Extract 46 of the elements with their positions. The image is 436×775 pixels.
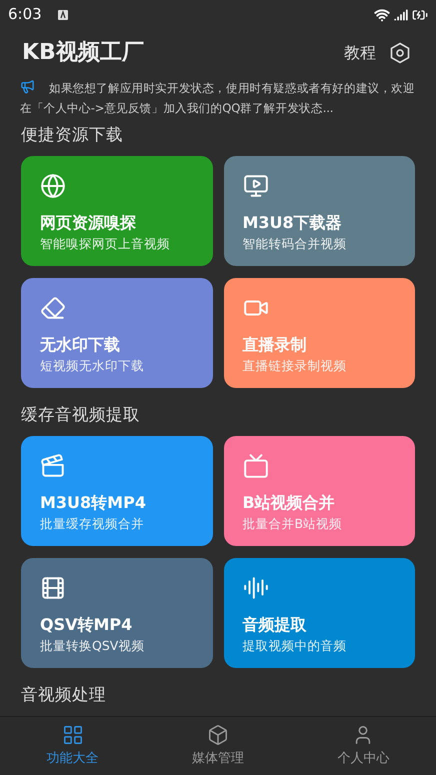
grid-icon <box>62 724 84 746</box>
status-time: 6:03 <box>8 4 42 26</box>
audio-icon <box>242 575 268 602</box>
feature-card[interactable]: M3U8转MP4 批量缓存视频合并 <box>21 436 212 546</box>
feature-card[interactable]: 音频提取 提取视频中的音频 <box>224 558 415 668</box>
nav-tab[interactable]: 个人中心 <box>290 717 436 775</box>
megaphone-icon <box>20 79 35 94</box>
card-title: 无水印下载 <box>40 335 121 356</box>
feature-card[interactable]: QSV转MP4 批量转换QSV视频 <box>21 558 212 668</box>
signal-icon <box>394 8 408 22</box>
card-title: M3U8下载器 <box>242 213 343 234</box>
card-title: 音频提取 <box>242 615 308 636</box>
card-title: QSV转MP4 <box>40 615 134 636</box>
feature-card[interactable]: 无水印下载 短视频无水印下载 <box>21 278 212 388</box>
card-title: M3U8转MP4 <box>40 493 147 514</box>
notice-text: 如果您想了解应用时实开发状态，使用时有疑惑或者有好的建议，欢迎在「个人中心->意见反馈」加入我们的QQ群了解开发状态... <box>20 78 416 118</box>
card-subtitle: 批量合并B站视频 <box>242 516 344 532</box>
tutorial-link[interactable]: 教程 <box>344 40 376 65</box>
section-title: 便捷资源下载 <box>21 124 124 146</box>
card-title: B站视频合并 <box>242 493 336 514</box>
card-subtitle: 提取视频中的音频 <box>242 638 348 654</box>
wifi-icon <box>374 6 390 23</box>
nav-tab[interactable]: 功能大全 <box>0 717 146 775</box>
settings-icon[interactable] <box>390 42 410 64</box>
card-title: 网页资源嗅探 <box>40 213 137 234</box>
section-title: 音视频处理 <box>21 684 107 706</box>
card-subtitle: 直播链接录制视频 <box>242 358 348 374</box>
card-subtitle: 智能嗅探网页上音视频 <box>40 236 171 252</box>
card-title: 直播录制 <box>242 335 308 356</box>
eraser-icon <box>40 295 66 322</box>
feature-card[interactable]: 直播录制 直播链接录制视频 <box>224 278 415 388</box>
globe-icon <box>40 173 66 200</box>
film-icon <box>40 575 66 602</box>
feature-card[interactable]: M3U8下载器 智能转码合并视频 <box>224 156 415 266</box>
section-title: 缓存音视频提取 <box>21 404 141 426</box>
nav-tab[interactable]: 媒体管理 <box>145 717 291 775</box>
card-subtitle: 短视频无水印下载 <box>40 358 145 374</box>
card-subtitle: 批量缓存视频合并 <box>40 516 145 532</box>
box-icon <box>206 724 229 746</box>
card-subtitle: 批量转换QSV视频 <box>40 638 146 654</box>
app-title: KB视频工厂 <box>22 39 144 68</box>
clapperboard-icon <box>40 453 66 480</box>
feature-card[interactable]: B站视频合并 批量合并B站视频 <box>224 436 415 546</box>
feature-card[interactable]: 网页资源嗅探 智能嗅探网页上音视频 <box>21 156 212 266</box>
tv-icon <box>242 453 268 480</box>
card-subtitle: 智能转码合并视频 <box>242 236 348 252</box>
